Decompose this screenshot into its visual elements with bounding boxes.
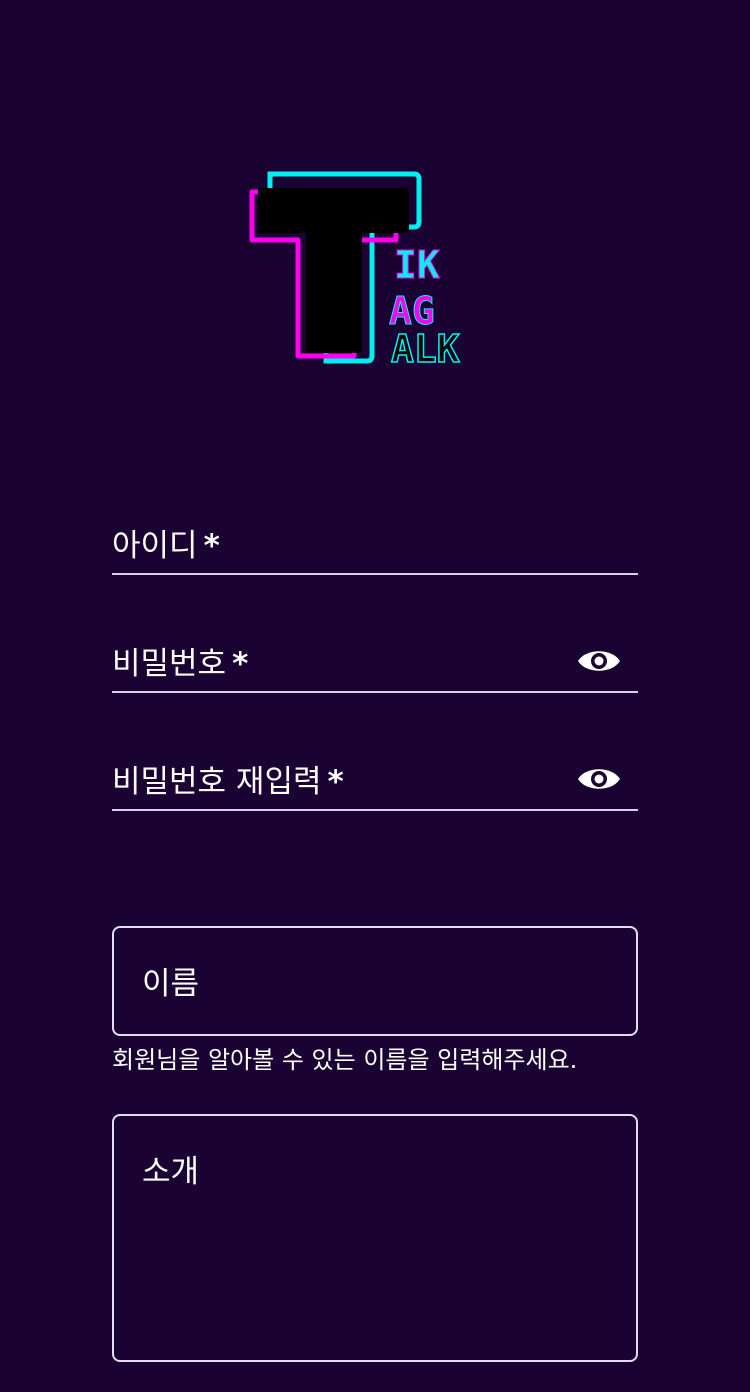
id-label: 아이디 *: [112, 528, 220, 564]
password-confirm-label: 비밀번호 재입력 *: [112, 764, 344, 800]
tiktagtalk-logo: IK AG ALK: [249, 171, 461, 370]
logo-row-ik: IK: [394, 243, 440, 287]
eye-icon[interactable]: [576, 764, 622, 794]
required-mark: *: [327, 764, 344, 800]
password-label: 비밀번호 *: [112, 646, 249, 682]
name-helper-text: 회원님을 알아볼 수 있는 이름을 입력해주세요.: [112, 1046, 578, 1074]
intro-textarea[interactable]: 소개: [112, 1114, 638, 1362]
password-confirm-field[interactable]: 비밀번호 재입력 *: [112, 748, 638, 811]
name-placeholder: 이름: [142, 966, 200, 1002]
intro-placeholder: 소개: [142, 1154, 200, 1190]
id-field[interactable]: 아이디 *: [112, 512, 638, 575]
required-mark: *: [232, 646, 249, 682]
name-input[interactable]: 이름: [112, 926, 638, 1036]
required-mark: *: [203, 528, 220, 564]
logo-row-alk: ALK: [391, 327, 460, 370]
password-field[interactable]: 비밀번호 *: [112, 630, 638, 693]
eye-icon[interactable]: [576, 646, 622, 676]
